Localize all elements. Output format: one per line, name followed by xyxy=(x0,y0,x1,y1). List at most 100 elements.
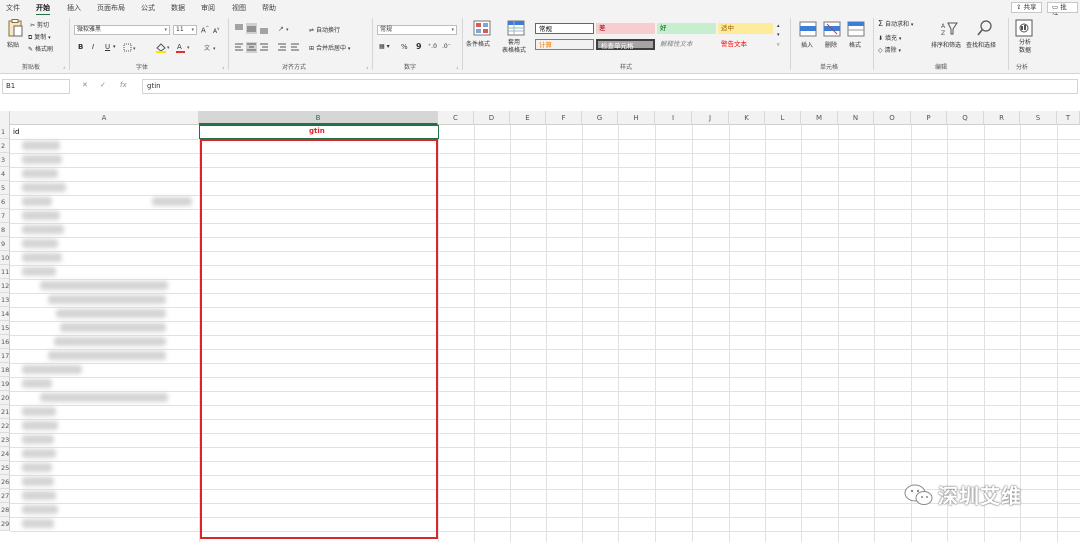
column-header-h[interactable]: H xyxy=(618,111,655,125)
row-header[interactable]: 2 xyxy=(0,139,10,153)
tab-formulas[interactable]: 公式 xyxy=(141,3,155,13)
insert-cells-icon[interactable] xyxy=(799,21,817,37)
style-warning[interactable]: 警告文本 xyxy=(718,39,773,50)
accounting-format-icon[interactable]: ▦ ▾ xyxy=(379,43,390,50)
style-normal[interactable]: 常规 xyxy=(535,23,594,34)
row-header[interactable]: 14 xyxy=(0,307,10,321)
cell-a1[interactable]: id xyxy=(13,128,19,136)
conditional-format-button[interactable]: 条件格式 xyxy=(466,39,490,48)
analyze-data-icon[interactable] xyxy=(1015,19,1033,37)
format-cells-button[interactable]: 格式 xyxy=(849,40,861,49)
select-all-button[interactable] xyxy=(0,111,10,125)
column-header-r[interactable]: R xyxy=(984,111,1020,125)
italic-button[interactable]: I xyxy=(92,43,94,51)
borders-icon[interactable]: ▾ xyxy=(123,43,139,52)
find-select-icon[interactable] xyxy=(977,19,993,36)
delete-cells-button[interactable]: 删除 xyxy=(825,40,837,49)
row-header[interactable]: 17 xyxy=(0,349,10,363)
column-header-k[interactable]: K xyxy=(729,111,765,125)
font-size-select[interactable]: 11 ▾ xyxy=(173,25,197,35)
fill-color-icon[interactable]: ▾ xyxy=(155,42,171,53)
row-header[interactable]: 6 xyxy=(0,195,10,209)
row-header[interactable]: 27 xyxy=(0,489,10,503)
column-header-a[interactable]: A xyxy=(10,111,199,125)
format-painter-button[interactable]: ✎ 格式刷 xyxy=(28,44,53,53)
column-header-l[interactable]: L xyxy=(765,111,801,125)
clipboard-launcher-icon[interactable]: ⌟ xyxy=(63,64,65,70)
chevron-down-icon[interactable]: ▾ xyxy=(113,44,116,50)
style-explanatory[interactable]: 解释性文本 xyxy=(657,39,716,50)
fill-button[interactable]: ⬇ 填充 ▾ xyxy=(878,33,901,42)
style-neutral[interactable]: 适中 xyxy=(718,23,773,34)
tab-data[interactable]: 数据 xyxy=(171,3,185,13)
sort-filter-button[interactable]: 排序和筛选 xyxy=(931,40,961,49)
row-header[interactable]: 5 xyxy=(0,181,10,195)
cell-b1[interactable]: gtin xyxy=(309,127,325,135)
column-header-p[interactable]: P xyxy=(911,111,947,125)
merge-center-button[interactable]: ⊞ 合并后居中 ▾ xyxy=(309,43,350,52)
table-format-button[interactable]: 套用 表格格式 xyxy=(500,39,528,55)
row-header[interactable]: 23 xyxy=(0,433,10,447)
font-launcher-icon[interactable]: ⌟ xyxy=(222,64,224,70)
row-header[interactable]: 12 xyxy=(0,279,10,293)
styles-scroll-up-icon[interactable]: ▴ xyxy=(777,23,780,29)
column-header-m[interactable]: M xyxy=(801,111,838,125)
tab-file[interactable]: 文件 xyxy=(6,3,20,13)
font-color-icon[interactable]: A ▾ xyxy=(175,42,191,53)
row-header[interactable]: 19 xyxy=(0,377,10,391)
column-header-b[interactable]: B xyxy=(199,111,438,125)
tab-review[interactable]: 审阅 xyxy=(201,3,215,13)
autosum-button[interactable]: Σ 自动求和 ▾ xyxy=(878,19,913,28)
comma-style-button[interactable]: 9 xyxy=(416,42,422,51)
style-calculation[interactable]: 计算 xyxy=(535,39,594,50)
conditional-format-icon[interactable] xyxy=(473,20,491,36)
style-check-cell[interactable]: 检查单元格 xyxy=(596,39,655,50)
delete-cells-icon[interactable] xyxy=(823,21,841,37)
style-good[interactable]: 好 xyxy=(657,23,716,34)
sort-filter-icon[interactable]: AZ xyxy=(940,20,958,36)
paste-icon[interactable] xyxy=(7,19,23,37)
row-header[interactable]: 3 xyxy=(0,153,10,167)
row-header[interactable]: 24 xyxy=(0,447,10,461)
horizontal-align-icons[interactable] xyxy=(234,42,304,54)
column-header-c[interactable]: C xyxy=(438,111,474,125)
font-name-select[interactable]: 微软雅黑 ▾ xyxy=(74,25,170,35)
column-header-d[interactable]: D xyxy=(474,111,510,125)
copy-button[interactable]: ⧉ 复制 ▾ xyxy=(28,32,51,42)
share-button[interactable]: ⇪ 共享 xyxy=(1011,2,1042,13)
grow-font-button[interactable]: A^ xyxy=(201,25,209,34)
row-header[interactable]: 20 xyxy=(0,391,10,405)
column-header-s[interactable]: S xyxy=(1020,111,1057,125)
number-launcher-icon[interactable]: ⌟ xyxy=(456,64,458,70)
comments-button[interactable]: ▭ 批注 xyxy=(1047,2,1078,20)
row-header[interactable]: 29 xyxy=(0,517,10,531)
row-header[interactable]: 28 xyxy=(0,503,10,517)
row-header[interactable]: 13 xyxy=(0,293,10,307)
worksheet-grid[interactable]: A B C D E F G H I J K L M N O P Q R S T … xyxy=(0,111,1080,542)
increase-decimal-icon[interactable]: ⁺.0 xyxy=(428,43,437,50)
column-header-t[interactable]: T xyxy=(1057,111,1080,125)
column-header-n[interactable]: N xyxy=(838,111,874,125)
insert-cells-button[interactable]: 插入 xyxy=(801,40,813,49)
shrink-font-button[interactable]: Av xyxy=(213,26,219,35)
alignment-launcher-icon[interactable]: ⌟ xyxy=(366,64,368,70)
format-cells-icon[interactable] xyxy=(847,21,865,37)
tab-page-layout[interactable]: 页面布局 xyxy=(97,3,125,13)
styles-scroll-down-icon[interactable]: ▾ xyxy=(777,32,780,38)
row-header[interactable]: 7 xyxy=(0,209,10,223)
column-header-q[interactable]: Q xyxy=(947,111,984,125)
paste-label[interactable]: 粘贴 xyxy=(7,40,19,49)
phonetic-icon[interactable]: 文 ▾ xyxy=(203,43,219,52)
insert-function-button[interactable]: fx xyxy=(120,81,127,89)
vertical-align-icons[interactable]: ↗ ▾ xyxy=(234,23,304,35)
column-header-i[interactable]: I xyxy=(655,111,692,125)
row-header[interactable]: 15 xyxy=(0,321,10,335)
styles-more-icon[interactable]: ▿ xyxy=(777,42,780,48)
clear-button[interactable]: ◇ 清除 ▾ xyxy=(878,45,901,54)
decrease-decimal-icon[interactable]: .0⁻ xyxy=(442,43,451,50)
style-bad[interactable]: 差 xyxy=(596,23,655,34)
row-header[interactable]: 4 xyxy=(0,167,10,181)
row-header[interactable]: 18 xyxy=(0,363,10,377)
underline-button[interactable]: U xyxy=(105,43,110,51)
row-header[interactable]: 26 xyxy=(0,475,10,489)
